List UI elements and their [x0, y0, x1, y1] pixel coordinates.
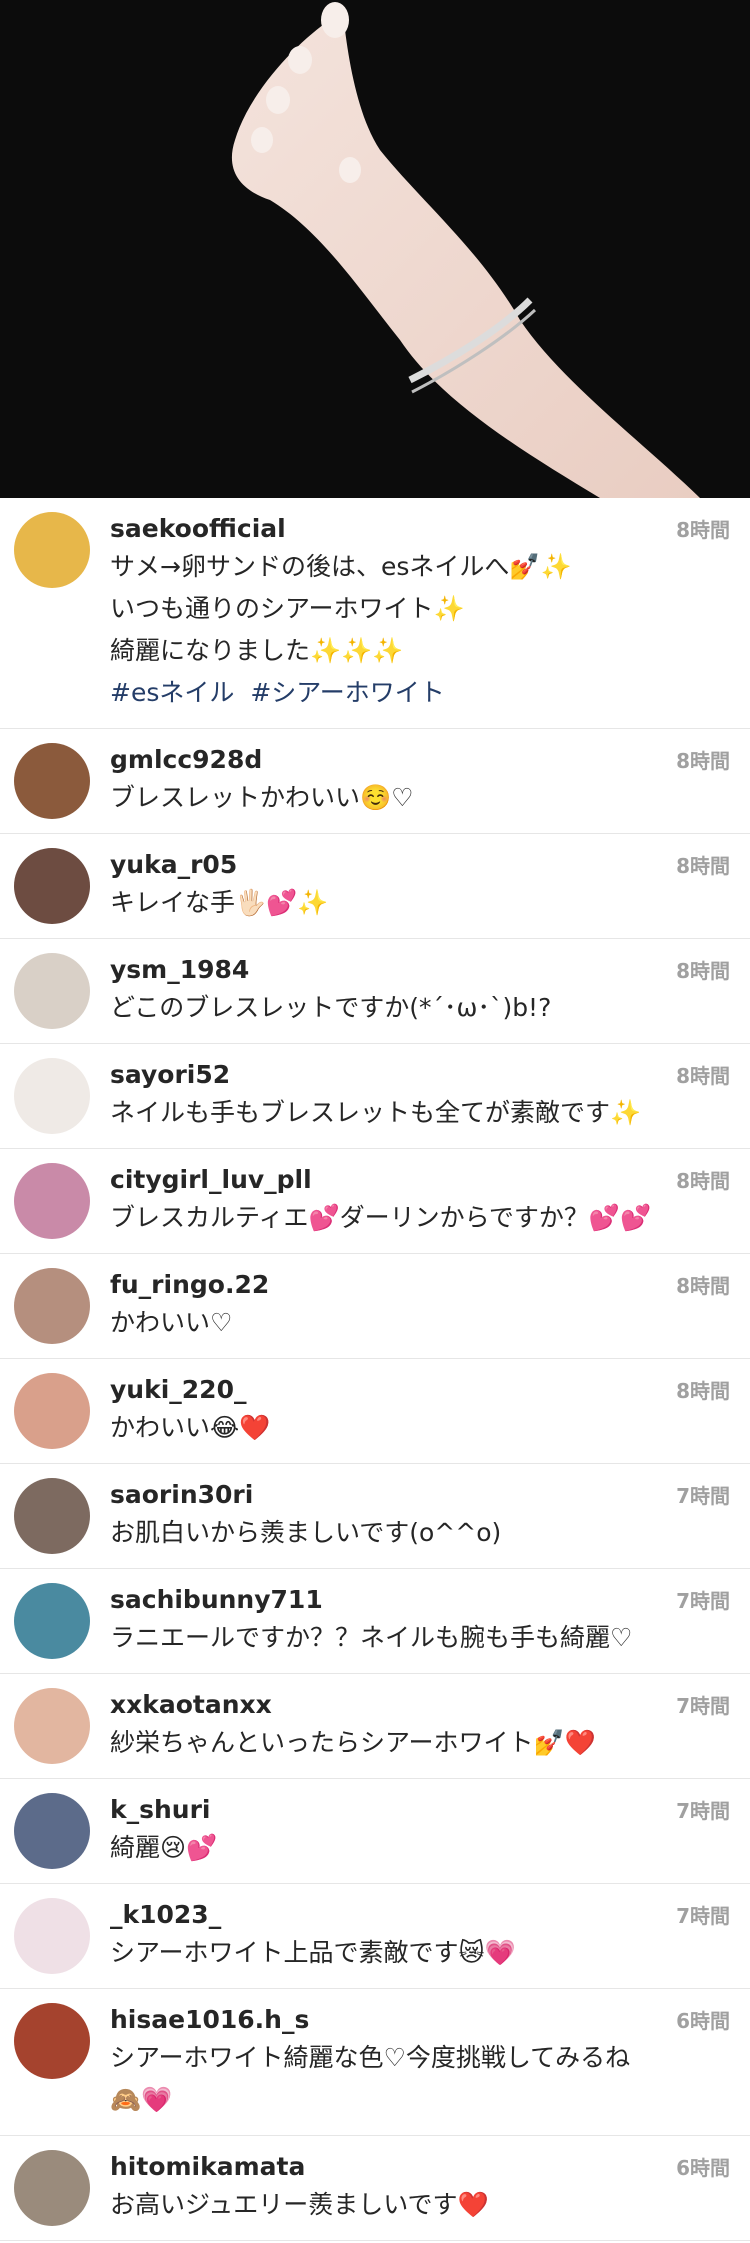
comment-text: ラニエールですか？？ネイルも腕も手も綺麗♡	[110, 1623, 633, 1652]
timestamp: 7時間	[676, 1694, 730, 1718]
timestamp: 8時間	[676, 749, 730, 773]
timestamp: 8時間	[676, 1379, 730, 1403]
comment-text: 🙈💗	[110, 2085, 173, 2114]
comment-text: シアーホワイト綺麗な色♡今度挑戦してみるね	[110, 2043, 631, 2072]
timestamp: 8時間	[676, 854, 730, 878]
avatar-image	[14, 1898, 90, 1974]
comment-row[interactable]: saorin30ri 7時間お肌白いから羨ましいです(o^^o)	[0, 1464, 750, 1569]
hashtag-line: #esネイル #シアーホワイト	[110, 672, 732, 714]
comment-row[interactable]: saekoofficial 8時間サメ→卵サンドの後は、esネイルへ💅✨ いつも通り…	[0, 498, 750, 729]
comment-text: いつも通りのシアーホワイト✨	[110, 594, 465, 623]
comment-list: saekoofficial 8時間 サメ→卵サンドの後は、esネイルへ💅✨ いつも通り…	[0, 498, 750, 2241]
comment-text: ブレスレットかわいい☺️♡	[110, 783, 414, 812]
comment-row[interactable]: ysm_1984 8時間どこのブレスレットですか(*´･ω･`)b!?	[0, 939, 750, 1044]
timestamp: 8時間	[676, 1064, 730, 1088]
comment-row[interactable]: k_shuri 7時間綺麗😢💕	[0, 1779, 750, 1884]
comment-text: 綺麗になりました✨✨✨	[110, 636, 404, 665]
username[interactable]: ysm_1984	[110, 953, 732, 987]
avatar[interactable]	[14, 1163, 90, 1239]
timestamp: 6時間	[676, 2156, 730, 2180]
avatar[interactable]	[14, 1793, 90, 1869]
comment-text: 紗栄ちゃんといったらシアーホワイト💅❤️	[110, 1728, 596, 1757]
comment-text: かわいい♡	[110, 1308, 233, 1337]
avatar-image	[14, 953, 90, 1029]
avatar-image	[14, 512, 90, 588]
avatar[interactable]	[14, 1268, 90, 1344]
comment-text: ネイルも手もブレスレットも全てが素敵です✨	[110, 1098, 642, 1127]
post-photo	[0, 0, 750, 498]
comment-row[interactable]: hitomikamata 6時間お高いジュエリー羨ましいです❤️	[0, 2136, 750, 2241]
avatar[interactable]	[14, 953, 90, 1029]
username[interactable]: hitomikamata	[110, 2150, 732, 2184]
avatar-image	[14, 848, 90, 924]
avatar[interactable]	[14, 512, 90, 588]
avatar-image	[14, 1793, 90, 1869]
avatar[interactable]	[14, 848, 90, 924]
username[interactable]: sayori52	[110, 1058, 732, 1092]
comment-text: 綺麗😢💕	[110, 1833, 218, 1862]
hashtag-link[interactable]: #シアーホワイト	[250, 678, 444, 707]
avatar-image	[14, 743, 90, 819]
comment-text: お肌白いから羨ましいです(o^^o)	[110, 1518, 502, 1547]
avatar-image	[14, 1268, 90, 1344]
avatar-image	[14, 1373, 90, 1449]
comment-row[interactable]: sachibunny711 7時間ラニエールですか？？ネイルも腕も手も綺麗♡	[0, 1569, 750, 1674]
username[interactable]: saorin30ri	[110, 1478, 732, 1512]
comment-text: どこのブレスレットですか(*´･ω･`)b!?	[110, 993, 552, 1022]
avatar-image	[14, 1688, 90, 1764]
timestamp: 8時間	[676, 959, 730, 983]
avatar[interactable]	[14, 1898, 90, 1974]
username[interactable]: fu_ringo.22	[110, 1268, 732, 1302]
avatar-image	[14, 1163, 90, 1239]
username[interactable]: xxkaotanxx	[110, 1688, 732, 1722]
username[interactable]: gmlcc928d	[110, 743, 732, 777]
timestamp: 7時間	[676, 1484, 730, 1508]
comment-row[interactable]: _k1023_ 7時間シアーホワイト上品で素敵です😿💗	[0, 1884, 750, 1989]
timestamp: 8時間	[676, 518, 730, 542]
username[interactable]: yuka_r05	[110, 848, 732, 882]
comment-text: ブレスカルティエ💕ダーリンからですか？💕💕	[110, 1203, 652, 1232]
username[interactable]: citygirl_luv_pll	[110, 1163, 732, 1197]
timestamp: 8時間	[676, 1169, 730, 1193]
comment-text: かわいい😂❤️	[110, 1413, 271, 1442]
timestamp: 6時間	[676, 2009, 730, 2033]
avatar[interactable]	[14, 1583, 90, 1659]
comment-text: お高いジュエリー羨ましいです❤️	[110, 2190, 489, 2219]
timestamp: 7時間	[676, 1799, 730, 1823]
username[interactable]: k_shuri	[110, 1793, 732, 1827]
hand-bracelet-photo	[0, 0, 750, 498]
comment-row[interactable]: yuki_220_ 8時間かわいい😂❤️	[0, 1359, 750, 1464]
avatar[interactable]	[14, 1058, 90, 1134]
comment-row[interactable]: hisae1016.h_s 6時間シアーホワイト綺麗な色♡今度挑戦してみるね 🙈💗	[0, 1989, 750, 2136]
avatar[interactable]	[14, 1373, 90, 1449]
timestamp: 7時間	[676, 1589, 730, 1613]
avatar-image	[14, 1058, 90, 1134]
comment-row[interactable]: fu_ringo.22 8時間かわいい♡	[0, 1254, 750, 1359]
avatar[interactable]	[14, 2150, 90, 2226]
hashtag-link[interactable]: #esネイル	[110, 678, 234, 707]
username[interactable]: sachibunny711	[110, 1583, 732, 1617]
username[interactable]: hisae1016.h_s	[110, 2003, 732, 2037]
username[interactable]: yuki_220_	[110, 1373, 732, 1407]
avatar-image	[14, 1583, 90, 1659]
avatar-image	[14, 1478, 90, 1554]
comment-text: サメ→卵サンドの後は、esネイルへ💅✨	[110, 552, 572, 581]
avatar[interactable]	[14, 1478, 90, 1554]
avatar[interactable]	[14, 1688, 90, 1764]
comment-row[interactable]: yuka_r05 8時間キレイな手🖐🏻💕✨	[0, 834, 750, 939]
username[interactable]: _k1023_	[110, 1898, 732, 1932]
comment-row[interactable]: citygirl_luv_pll 8時間 ブレスカルティエ💕ダーリンからですか？💕💕	[0, 1149, 750, 1254]
comment-row[interactable]: xxkaotanxx 7時間紗栄ちゃんといったらシアーホワイト💅❤️	[0, 1674, 750, 1779]
avatar-image	[14, 2150, 90, 2226]
comment-row[interactable]: sayori52 8時間ネイルも手もブレスレットも全てが素敵です✨	[0, 1044, 750, 1149]
username[interactable]: saekoofficial	[110, 512, 732, 546]
comment-row[interactable]: gmlcc928d 8時間ブレスレットかわいい☺️♡	[0, 729, 750, 834]
comment-text: キレイな手🖐🏻💕✨	[110, 888, 329, 917]
timestamp: 8時間	[676, 1274, 730, 1298]
avatar[interactable]	[14, 2003, 90, 2079]
avatar-image	[14, 2003, 90, 2079]
comment-text: シアーホワイト上品で素敵です😿💗	[110, 1938, 516, 1967]
timestamp: 7時間	[676, 1904, 730, 1928]
avatar[interactable]	[14, 743, 90, 819]
